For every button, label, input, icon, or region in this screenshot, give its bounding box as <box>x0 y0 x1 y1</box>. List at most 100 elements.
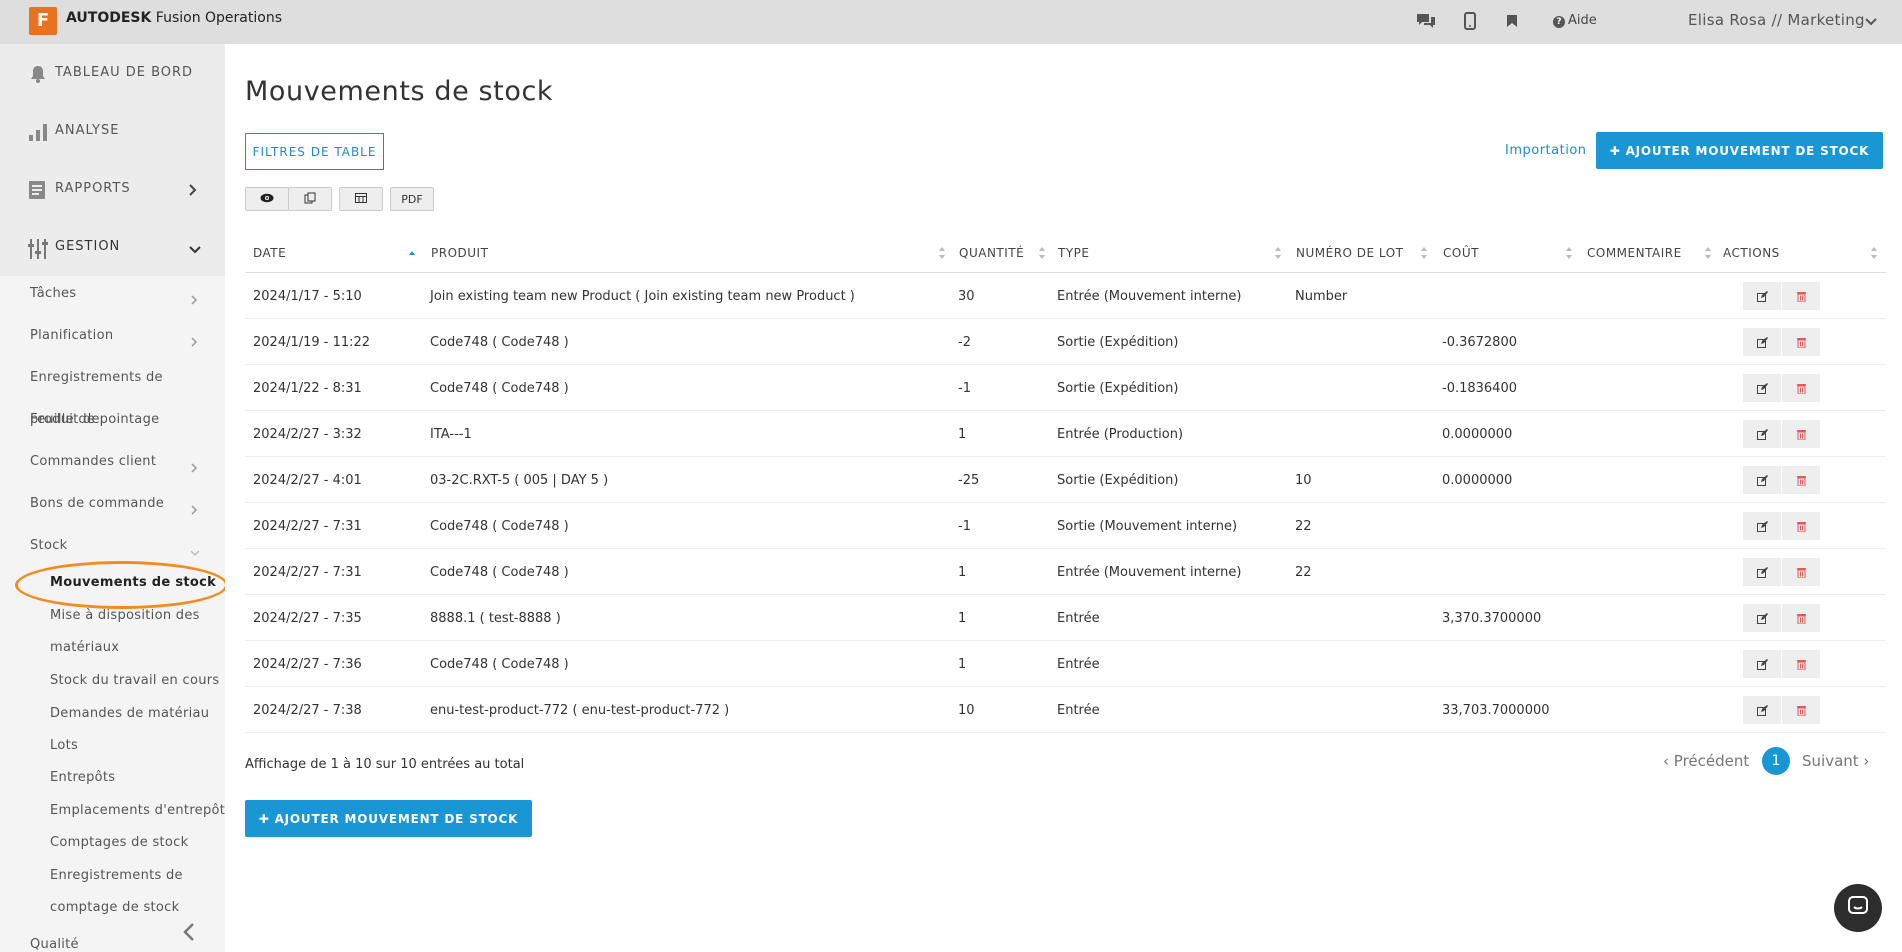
edit-button[interactable] <box>1743 282 1781 310</box>
chevron-right-icon <box>190 458 198 477</box>
nav-purchase-orders[interactable]: Bons de commande <box>30 496 164 511</box>
delete-button[interactable] <box>1782 374 1820 402</box>
spreadsheet-export-button[interactable] <box>339 187 383 211</box>
pdf-export-button[interactable]: PDF <box>390 187 434 211</box>
nav-warehouses[interactable]: Entrepôts <box>50 770 115 785</box>
sort-icon[interactable] <box>1704 245 1712 264</box>
edit-icon <box>1756 655 1768 674</box>
pagination-next[interactable]: Suivant › <box>1802 752 1869 770</box>
nav-stock-movements[interactable]: Mouvements de stock <box>50 575 216 590</box>
add-stock-movement-button-bottom[interactable]: ✚ AJOUTER MOUVEMENT DE STOCK <box>245 800 532 837</box>
column-header-comment[interactable]: COMMENTAIRE <box>1587 246 1682 260</box>
column-header-date[interactable]: DATE <box>253 246 286 260</box>
import-link[interactable]: Importation <box>1505 143 1587 158</box>
add-stock-movement-button[interactable]: ✚ AJOUTER MOUVEMENT DE STOCK <box>1596 132 1883 169</box>
edit-button[interactable] <box>1743 604 1781 632</box>
delete-button[interactable] <box>1782 650 1820 678</box>
delete-button[interactable] <box>1782 604 1820 632</box>
sort-icon[interactable] <box>1420 245 1428 264</box>
nav-material-availability[interactable]: Mise à disposition des <box>50 608 200 623</box>
bookmark-icon[interactable] <box>1501 10 1523 32</box>
delete-button[interactable] <box>1782 282 1820 310</box>
cell-quantity: 10 <box>958 703 975 718</box>
delete-button[interactable] <box>1782 512 1820 540</box>
cell-cost: -0.1836400 <box>1442 381 1517 396</box>
bell-icon <box>28 64 50 84</box>
sort-ascending-icon[interactable] <box>408 245 416 264</box>
nav-analysis-label: ANALYSE <box>55 123 120 138</box>
nav-material-requests[interactable]: Demandes de matériau <box>50 706 209 721</box>
nav-stock[interactable]: Stock <box>30 538 67 553</box>
edit-button[interactable] <box>1743 466 1781 494</box>
column-header-lot-number[interactable]: NUMÉRO DE LOT <box>1296 246 1403 260</box>
nav-management[interactable]: GESTION <box>0 218 225 276</box>
top-bar: F AUTODESK Fusion Operations ? Aide Elisa… <box>0 0 1902 44</box>
pagination-previous[interactable]: ‹ Précédent <box>1663 752 1749 770</box>
cell-lot-number: 22 <box>1295 565 1312 580</box>
copy-button[interactable] <box>288 187 332 211</box>
cell-product: ITA---1 <box>430 427 472 442</box>
sort-icon[interactable] <box>938 245 946 264</box>
cell-cost: 3,370.3700000 <box>1442 611 1542 626</box>
nav-planning[interactable]: Planification <box>30 328 113 343</box>
chat-bubbles-icon[interactable] <box>1415 10 1437 32</box>
table-row: 2024/2/27 - 7:31 Code748 ( Code748 ) 1 Entr… <box>245 549 1886 595</box>
chevron-right-icon <box>190 332 198 351</box>
nav-analysis[interactable]: ANALYSE <box>0 102 225 160</box>
cell-date: 2024/2/27 - 7:36 <box>253 657 362 672</box>
column-header-product[interactable]: PRODUIT <box>431 246 488 260</box>
nav-material-availability-line2[interactable]: matériaux <box>50 640 119 655</box>
sort-icon[interactable] <box>1870 245 1878 264</box>
nav-stock-count-records[interactable]: Enregistrements de <box>50 868 183 883</box>
delete-button[interactable] <box>1782 420 1820 448</box>
cell-product: enu-test-product-772 ( enu-test-product-… <box>430 703 730 718</box>
nav-tasks[interactable]: Tâches <box>30 286 76 301</box>
sort-icon[interactable] <box>1274 245 1282 264</box>
sort-icon[interactable] <box>1565 245 1573 264</box>
column-header-type[interactable]: TYPE <box>1058 246 1089 260</box>
delete-button[interactable] <box>1782 466 1820 494</box>
delete-button[interactable] <box>1782 696 1820 724</box>
table-filters-button[interactable]: FILTRES DE TABLE <box>245 133 384 170</box>
nav-stock-count-records-line2[interactable]: comptage de stock <box>50 900 179 915</box>
sort-icon[interactable] <box>1038 245 1046 264</box>
nav-management-label: GESTION <box>55 239 121 254</box>
edit-button[interactable] <box>1743 374 1781 402</box>
nav-reports[interactable]: RAPPORTS <box>0 160 225 218</box>
nav-warehouse-locations[interactable]: Emplacements d'entrepôt <box>50 803 225 818</box>
nav-product-records[interactable]: Enregistrements de <box>30 370 163 385</box>
edit-button[interactable] <box>1743 420 1781 448</box>
cell-product: Code748 ( Code748 ) <box>430 381 569 396</box>
edit-icon <box>1756 333 1768 352</box>
chevron-down-icon[interactable] <box>1864 13 1878 32</box>
user-menu[interactable]: Elisa Rosa // Marketing <box>1688 11 1865 29</box>
edit-button[interactable] <box>1743 512 1781 540</box>
column-header-quantity[interactable]: QUANTITÉ <box>959 246 1024 260</box>
help-link[interactable]: ? Aide <box>1553 13 1597 28</box>
cell-date: 2024/2/27 - 4:01 <box>253 473 362 488</box>
nav-sales-orders[interactable]: Commandes client <box>30 454 156 469</box>
fusion-logo-icon[interactable]: F <box>29 7 57 35</box>
mobile-icon[interactable] <box>1459 10 1481 32</box>
chat-support-button[interactable] <box>1834 884 1882 932</box>
delete-button[interactable] <box>1782 328 1820 356</box>
pagination-current-page[interactable]: 1 <box>1762 747 1790 775</box>
column-header-cost[interactable]: COÛT <box>1443 246 1479 260</box>
cell-product: Code748 ( Code748 ) <box>430 657 569 672</box>
nav-lots[interactable]: Lots <box>50 738 78 753</box>
table-row: 2024/2/27 - 3:32 ITA---1 1 Entrée (Producti… <box>245 411 1886 457</box>
brand-name: AUTODESK Fusion Operations <box>66 10 282 26</box>
column-visibility-button[interactable] <box>245 187 289 211</box>
nav-dashboard[interactable]: TABLEAU DE BORD <box>0 44 225 102</box>
edit-button[interactable] <box>1743 650 1781 678</box>
edit-button[interactable] <box>1743 696 1781 724</box>
nav-wip-stock[interactable]: Stock du travail en cours <box>50 673 220 688</box>
nav-quality[interactable]: Qualité <box>30 937 79 952</box>
collapse-sidebar-icon[interactable] <box>182 922 196 946</box>
delete-button[interactable] <box>1782 558 1820 586</box>
chevron-down-icon <box>188 240 202 259</box>
edit-button[interactable] <box>1743 328 1781 356</box>
nav-stock-counts[interactable]: Comptages de stock <box>50 835 188 850</box>
nav-timesheet[interactable]: Feuille de pointage <box>30 412 159 427</box>
edit-button[interactable] <box>1743 558 1781 586</box>
